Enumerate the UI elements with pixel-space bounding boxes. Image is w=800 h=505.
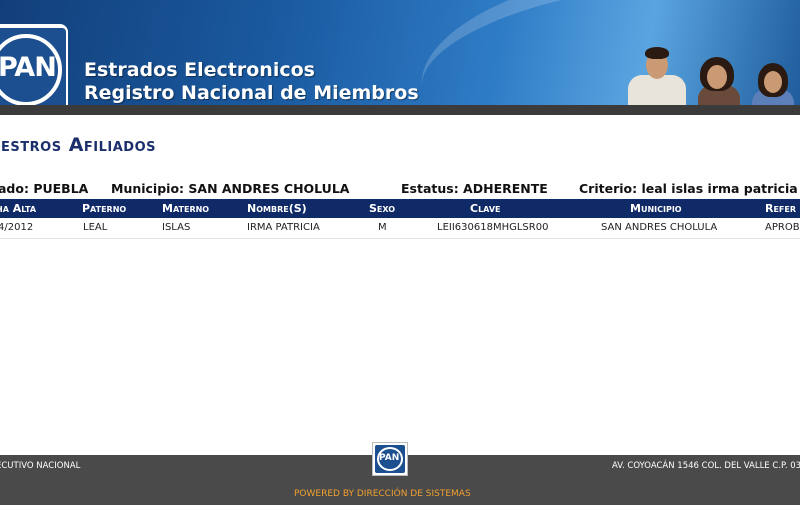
footer-logo[interactable]: PAN [372, 442, 408, 476]
cell-municipio: SAN ANDRES CHOLULA [601, 222, 718, 233]
site-header: PAN Estrados Electronicos Registro Nacio… [0, 0, 800, 115]
footer-address: AV. COYOACÁN 1546 COL. DEL VALLE C.P. 03… [612, 461, 800, 471]
pan-logo[interactable]: PAN [0, 52, 57, 83]
column-paterno: Paterno [82, 202, 127, 215]
cell-paterno: LEAL [83, 222, 108, 233]
column-fecha-alta: ha Alta [0, 202, 37, 215]
header-photo-person-1 [626, 45, 688, 105]
cell-sexo: M [378, 222, 387, 233]
column-referencia: Refer [765, 202, 797, 215]
site-title: Estrados Electronicos [84, 59, 315, 81]
column-nombre: Nombre(S) [247, 202, 307, 215]
column-clave: Clave [470, 202, 501, 215]
table-row: 4/2012 LEAL ISLAS IRMA PATRICIA M LEII63… [0, 218, 800, 239]
cell-fecha-alta: 4/2012 [0, 222, 34, 233]
page-title: uestros Afiliados [0, 134, 157, 156]
cell-nombre: IRMA PATRICIA [247, 222, 320, 233]
cell-clave: LEII630618MHGLSR00 [437, 222, 549, 233]
footer-organization: ECUTIVO NACIONAL [0, 461, 81, 471]
header-photo-person-3 [750, 63, 798, 105]
filter-municipio: Municipio: SAN ANDRES CHOLULA [111, 181, 350, 196]
results-table-header: ha Alta Paterno Materno Nombre(S) Sexo C… [0, 199, 800, 218]
footer-powered-by: POWERED BY DIRECCIÓN DE SISTEMAS [294, 489, 471, 499]
column-materno: Materno [162, 202, 210, 215]
site-subtitle: Registro Nacional de Miembros [84, 82, 419, 104]
column-sexo: Sexo [369, 202, 396, 215]
footer-logo-text: PAN [379, 453, 400, 463]
cell-materno: ISLAS [162, 222, 191, 233]
filter-estado: ado: PUEBLA [0, 181, 89, 196]
filter-estatus: Estatus: ADHERENTE [401, 181, 548, 196]
cell-referencia: APROB [765, 222, 800, 233]
header-photo-person-2 [694, 55, 744, 105]
column-municipio: Municipio [630, 202, 682, 215]
filter-criterio: Criterio: leal islas irma patricia [579, 181, 798, 196]
